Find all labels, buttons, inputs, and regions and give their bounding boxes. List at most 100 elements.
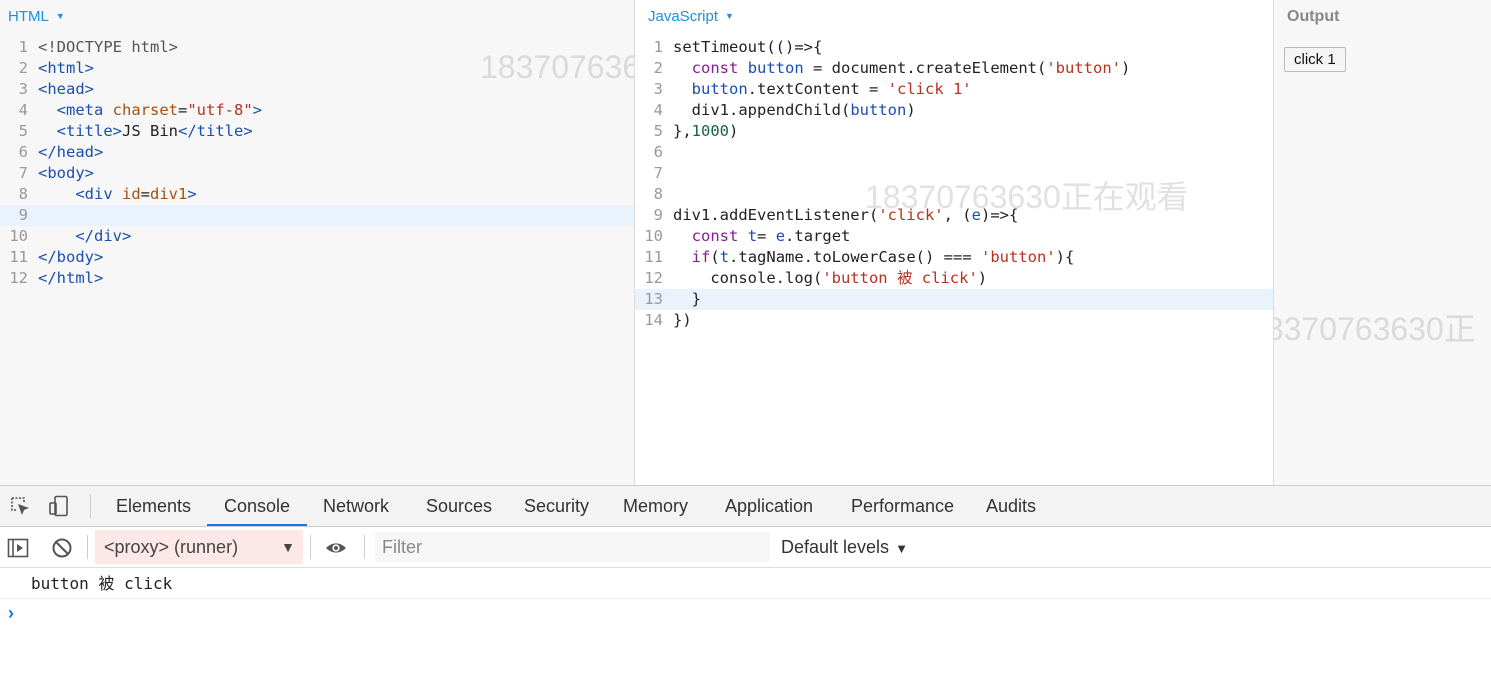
toolbar-divider	[364, 535, 365, 559]
code-line[interactable]: 2 const button = document.createElement(…	[635, 58, 1273, 79]
device-toolbar-icon[interactable]	[48, 495, 70, 517]
code-line[interactable]: 4 div1.appendChild(button)	[635, 100, 1273, 121]
inspect-element-icon[interactable]	[9, 495, 31, 517]
line-number: 12	[644, 269, 663, 287]
output-click-button[interactable]: click 1	[1284, 47, 1346, 72]
line-number: 6	[18, 143, 28, 161]
code-token: setTimeout(()=>{	[673, 38, 823, 56]
code-line[interactable]: 13 }	[635, 289, 1273, 310]
tab-console[interactable]: Console	[207, 486, 308, 526]
code-token: )	[1120, 59, 1131, 77]
code-token: t	[747, 227, 758, 245]
code-token: .target	[785, 227, 851, 245]
code-line[interactable]: 9	[0, 205, 634, 226]
tab-elements[interactable]: Elements	[116, 486, 191, 526]
show-sidebar-icon[interactable]	[7, 537, 29, 559]
line-number: 9	[18, 206, 28, 224]
code-token: =	[757, 227, 776, 245]
code-line[interactable]: 8 <div id=div1>	[0, 184, 634, 205]
tab-memory[interactable]: Memory	[623, 486, 688, 526]
code-token: 'click 1'	[887, 80, 972, 98]
code-token: </html>	[38, 269, 104, 287]
line-number: 3	[18, 80, 28, 98]
code-line[interactable]: 6 </head>	[0, 142, 634, 163]
js-editor-panel[interactable]: JavaScript ▼ 1 setTimeout(()=>{2 const but…	[635, 0, 1274, 485]
code-token: =	[140, 185, 150, 203]
code-token: const	[691, 227, 739, 245]
log-levels-dropdown[interactable]: Default levels ▼	[781, 527, 908, 567]
code-token: button	[747, 59, 804, 77]
dropdown-arrow-icon: ▼	[895, 541, 908, 556]
line-number: 5	[653, 122, 663, 140]
code-token: },	[673, 122, 692, 140]
line-number: 5	[18, 122, 28, 140]
code-token: 1000	[691, 122, 729, 140]
line-number: 8	[18, 185, 28, 203]
tab-sources[interactable]: Sources	[426, 486, 492, 526]
tab-performance[interactable]: Performance	[851, 486, 954, 526]
code-token: <title>	[56, 122, 122, 140]
code-token: </title>	[178, 122, 253, 140]
console-message: button 被 click	[0, 568, 1491, 599]
code-token: charset	[103, 101, 178, 119]
code-token: })	[673, 311, 692, 329]
toolbar-divider	[310, 535, 311, 559]
html-editor-panel[interactable]: HTML ▼ 1 <!DOCTYPE html> 2 <html> 3 <head> 4 <m…	[0, 0, 635, 485]
code-line[interactable]: 3 button.textContent = 'click 1'	[635, 79, 1273, 100]
code-line[interactable]: 12 </html>	[0, 268, 634, 289]
code-token: <head>	[38, 80, 94, 98]
code-token: <html>	[38, 59, 94, 77]
tab-application[interactable]: Application	[725, 486, 813, 526]
code-token: "utf-8"	[187, 101, 253, 119]
code-line[interactable]: 1 setTimeout(()=>{	[635, 37, 1273, 58]
context-selector[interactable]: <proxy> (runner) ▼	[95, 530, 303, 564]
clear-console-icon[interactable]	[51, 537, 73, 559]
html-panel-label[interactable]: HTML ▼	[8, 8, 65, 25]
watermark: 18370763630正在观看	[480, 49, 634, 85]
code-line[interactable]: 6	[635, 142, 1273, 163]
js-panel-label[interactable]: JavaScript ▼	[648, 8, 734, 25]
code-token: <body>	[38, 164, 94, 182]
code-line[interactable]: 7 <body>	[0, 163, 634, 184]
line-number: 4	[18, 101, 28, 119]
code-token: console.log(	[673, 269, 823, 287]
line-number: 2	[18, 59, 28, 77]
code-token: e	[775, 227, 786, 245]
line-number: 7	[653, 164, 663, 182]
tab-network[interactable]: Network	[323, 486, 389, 526]
prompt-chevron-icon: ›	[8, 603, 14, 623]
code-line[interactable]: 14})	[635, 310, 1273, 331]
console-prompt[interactable]: ›	[0, 599, 1491, 627]
code-token: =	[178, 101, 188, 119]
console-toolbar: <proxy> (runner) ▼ Filter Default levels ▼	[0, 527, 1491, 568]
output-panel[interactable]: Output click 1 18370763630正	[1274, 0, 1491, 485]
code-token: div1.appendChild(	[673, 101, 851, 119]
code-line[interactable]: 10 const t= e.target	[635, 226, 1273, 247]
code-line[interactable]: 12 console.log('button 被 click')	[635, 268, 1273, 289]
devtools-panel: Elements Console Network Sources Security Mem…	[0, 485, 1491, 680]
code-line[interactable]: 10 </div>	[0, 226, 634, 247]
code-token: (	[710, 248, 720, 266]
line-number: 12	[9, 269, 28, 287]
code-line[interactable]: 4 <meta charset="utf-8">	[0, 100, 634, 121]
code-line[interactable]: 5},1000)	[635, 121, 1273, 142]
code-token: .tagName.toLowerCase() ===	[729, 248, 981, 266]
console-output: button 被 click	[0, 568, 1491, 599]
code-line[interactable]: 11 </body>	[0, 247, 634, 268]
toolbar-divider	[87, 535, 88, 559]
code-token: button	[691, 80, 748, 98]
tab-audits[interactable]: Audits	[986, 486, 1036, 526]
console-filter-input[interactable]: Filter	[375, 532, 770, 562]
code-token: 'button'	[981, 248, 1056, 266]
code-line[interactable]: 5 <title>JS Bin</title>	[0, 121, 634, 142]
tab-security[interactable]: Security	[524, 486, 589, 526]
code-token: = document.createElement(	[803, 59, 1047, 77]
code-line[interactable]: 11 if(t.tagName.toLowerCase() === 'butto…	[635, 247, 1273, 268]
output-panel-label[interactable]: Output	[1287, 8, 1339, 26]
line-number: 4	[653, 101, 663, 119]
live-expression-eye-icon[interactable]	[325, 537, 347, 559]
